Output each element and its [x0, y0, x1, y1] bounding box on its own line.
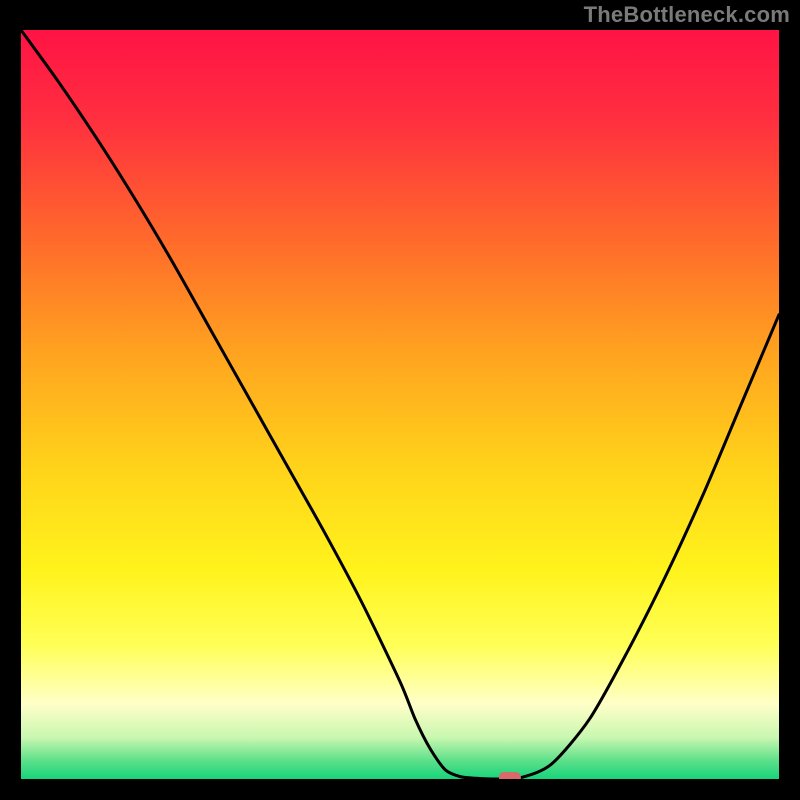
watermark-text: TheBottleneck.com — [584, 2, 790, 28]
optimum-marker — [499, 772, 521, 779]
plot-area — [21, 30, 779, 779]
gradient-panel — [21, 30, 779, 779]
chart-svg — [21, 30, 779, 779]
chart-frame: TheBottleneck.com — [0, 0, 800, 800]
